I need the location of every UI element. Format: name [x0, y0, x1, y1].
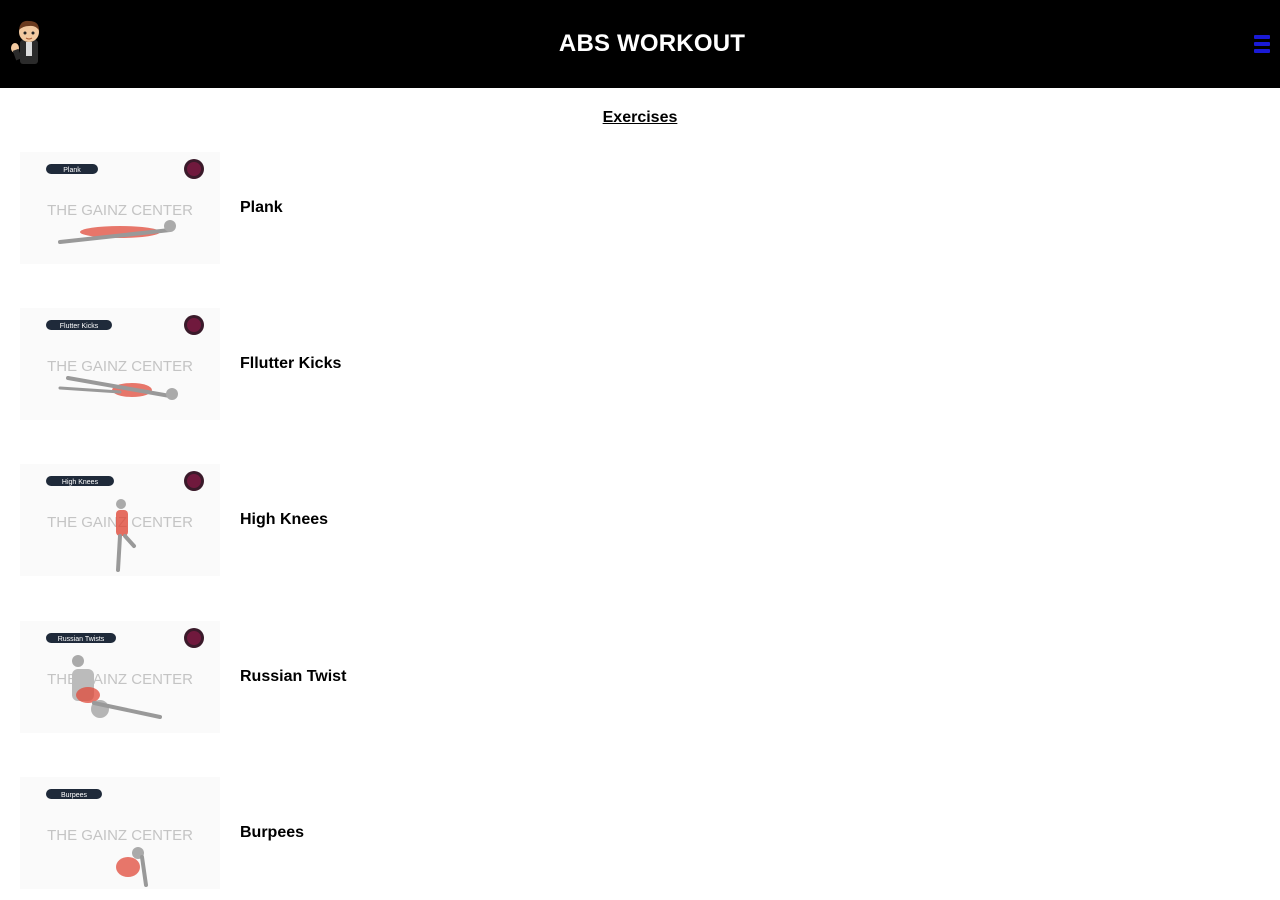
section-title: Exercises — [602, 109, 678, 126]
avatar-waving-icon[interactable] — [8, 18, 48, 66]
exercise-item-plank[interactable]: Plank THE GAINZ CENTER Plank — [20, 152, 283, 264]
page-title: ABS WORKOUT — [558, 30, 746, 57]
thumb-tag: High Knees — [62, 479, 99, 486]
thumb-tag: Plank — [63, 167, 81, 174]
exercise-item-russian-twist[interactable]: Russian Twists THE GAINZ CENTER Russian … — [20, 621, 346, 733]
exercise-item-high-knees[interactable]: High Knees THE GAINZ CENTER High Knees — [20, 464, 328, 576]
watermark: THE GAINZ CENTER — [47, 202, 193, 219]
exercise-thumbnail[interactable]: Burpees THE GAINZ CENTER — [20, 777, 220, 889]
exercise-label[interactable]: High Knees — [240, 511, 328, 529]
exercise-thumbnail[interactable]: Plank THE GAINZ CENTER — [20, 152, 220, 264]
thumb-tag: Flutter Kicks — [60, 323, 99, 330]
exercise-label[interactable]: Fllutter Kicks — [240, 355, 341, 373]
thumb-tag: Russian Twists — [58, 636, 105, 643]
watermark: THE GAINZ CENTER — [47, 827, 193, 844]
hamburger-menu-icon[interactable] — [1254, 35, 1270, 53]
exercise-item-flutter-kicks[interactable]: Flutter Kicks THE GAINZ CENTER Fllutter … — [20, 308, 341, 420]
exercise-label[interactable]: Russian Twist — [240, 668, 346, 686]
exercise-thumbnail[interactable]: Flutter Kicks THE GAINZ CENTER — [20, 308, 220, 420]
app-header: ABS WORKOUT — [0, 0, 1280, 88]
exercise-label[interactable]: Burpees — [240, 824, 304, 842]
exercise-thumbnail[interactable]: High Knees THE GAINZ CENTER — [20, 464, 220, 576]
watermark: THE GAINZ CENTER — [47, 671, 193, 688]
exercise-thumbnail[interactable]: Russian Twists THE GAINZ CENTER — [20, 621, 220, 733]
watermark: THE GAINZ CENTER — [47, 358, 193, 375]
exercise-label[interactable]: Plank — [240, 199, 283, 217]
exercise-item-burpees[interactable]: Burpees THE GAINZ CENTER Burpees — [20, 777, 304, 889]
thumb-tag: Burpees — [61, 792, 88, 799]
